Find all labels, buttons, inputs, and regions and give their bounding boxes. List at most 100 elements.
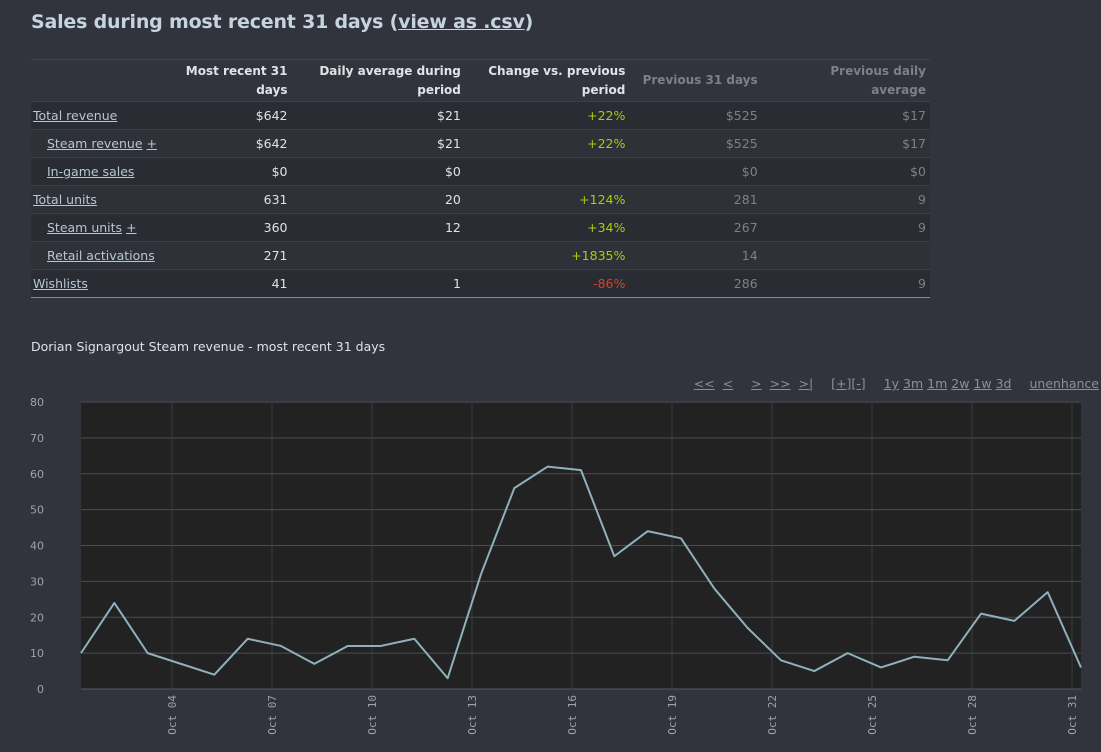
data-point[interactable] bbox=[910, 653, 918, 661]
zoom-in-button[interactable]: [+] bbox=[831, 376, 851, 391]
y-tick-label: 40 bbox=[30, 540, 44, 553]
x-tick-label: Oct 07 bbox=[266, 695, 279, 735]
row-label-link[interactable]: Wishlists bbox=[33, 276, 88, 291]
table-row: Steam revenue + $642 $21 +22% $525 $17 bbox=[31, 129, 930, 158]
data-point[interactable] bbox=[377, 642, 385, 650]
cell-change bbox=[464, 157, 630, 186]
row-label-link[interactable]: Steam revenue bbox=[47, 136, 143, 151]
cell-previous-daily: $17 bbox=[761, 101, 930, 130]
row-label-link[interactable]: Total revenue bbox=[33, 108, 117, 123]
zoom-out-button[interactable]: [-] bbox=[851, 376, 865, 391]
data-point[interactable] bbox=[577, 466, 585, 474]
cell-recent: $642 bbox=[165, 129, 292, 158]
data-point[interactable] bbox=[844, 649, 852, 657]
column-header-previous-daily: Previous daily average bbox=[761, 59, 930, 102]
column-header-previous-daily-text: Previous daily average bbox=[830, 63, 926, 97]
cell-previous-daily: 9 bbox=[761, 185, 930, 214]
range-3d-button[interactable]: 3d bbox=[996, 376, 1012, 391]
data-point[interactable] bbox=[544, 463, 552, 471]
row-label-link[interactable]: In-game sales bbox=[47, 164, 134, 179]
data-point[interactable] bbox=[810, 667, 818, 675]
cell-change: +1835% bbox=[464, 241, 630, 270]
revenue-line-chart[interactable]: 01020304050607080 Oct 04 Oct 07 Oct 10 Oct … bbox=[0, 390, 1101, 752]
cell-previous-daily: $0 bbox=[761, 157, 930, 186]
data-point[interactable] bbox=[477, 570, 485, 578]
nav-prev-button[interactable]: < bbox=[723, 376, 733, 391]
y-tick-label: 20 bbox=[30, 611, 44, 624]
data-point[interactable] bbox=[1077, 663, 1085, 671]
y-tick-label: 10 bbox=[30, 647, 44, 660]
data-point[interactable] bbox=[944, 656, 952, 664]
range-2w-button[interactable]: 2w bbox=[951, 376, 969, 391]
x-axis-ticks: Oct 04 Oct 07 Oct 10 Oct 13 Oct 16 Oct 19 Oct … bbox=[166, 695, 1079, 735]
cell-change: +124% bbox=[464, 185, 630, 214]
data-point[interactable] bbox=[877, 663, 885, 671]
data-point[interactable] bbox=[1044, 588, 1052, 596]
data-point[interactable] bbox=[410, 635, 418, 643]
y-tick-label: 70 bbox=[30, 432, 44, 445]
nav-next-button[interactable]: > bbox=[751, 376, 761, 391]
data-point[interactable] bbox=[977, 610, 985, 618]
row-label-cell: Steam revenue + bbox=[31, 129, 166, 158]
data-point[interactable] bbox=[210, 671, 218, 679]
range-1y-button[interactable]: 1y bbox=[884, 376, 899, 391]
cell-previous-daily: $17 bbox=[761, 129, 930, 158]
data-point[interactable] bbox=[744, 624, 752, 632]
nav-next-far-button[interactable]: >> bbox=[770, 376, 791, 391]
data-point[interactable] bbox=[310, 660, 318, 668]
nav-last-button[interactable]: >| bbox=[799, 376, 814, 391]
data-point[interactable] bbox=[344, 642, 352, 650]
x-tick-label: Oct 25 bbox=[866, 695, 879, 735]
cell-daily-average: 1 bbox=[291, 269, 465, 298]
expand-plus-link[interactable]: + bbox=[147, 136, 157, 151]
table-row: In-game sales $0 $0 $0 $0 bbox=[31, 157, 930, 186]
data-point[interactable] bbox=[1010, 617, 1018, 625]
table-row: Steam units +360 12 +34% 267 9 bbox=[31, 213, 930, 242]
column-header-recent: Most recent 31 days bbox=[165, 59, 292, 102]
cell-previous-daily: 9 bbox=[761, 213, 930, 242]
row-label-link[interactable]: Steam units bbox=[47, 220, 122, 235]
y-tick-label: 50 bbox=[30, 504, 44, 517]
unenhance-button[interactable]: unenhance bbox=[1029, 376, 1099, 391]
expand-plus-link[interactable]: + bbox=[126, 220, 136, 235]
data-point[interactable] bbox=[777, 656, 785, 664]
data-point[interactable] bbox=[177, 660, 185, 668]
row-label-link[interactable]: Total units bbox=[33, 192, 97, 207]
view-csv-link[interactable]: view as .csv bbox=[398, 11, 525, 33]
y-tick-label: 80 bbox=[30, 396, 44, 409]
data-point[interactable] bbox=[110, 599, 118, 607]
data-point[interactable] bbox=[610, 552, 618, 560]
cell-previous-daily: 9 bbox=[761, 269, 930, 298]
data-point[interactable] bbox=[510, 484, 518, 492]
cell-recent: 360 bbox=[165, 213, 292, 242]
data-point[interactable] bbox=[677, 534, 685, 542]
cell-previous: 14 bbox=[629, 241, 762, 270]
range-1w-button[interactable]: 1w bbox=[973, 376, 991, 391]
data-point[interactable] bbox=[244, 635, 252, 643]
row-label-link[interactable]: Retail activations bbox=[47, 248, 155, 263]
y-tick-label: 0 bbox=[37, 683, 44, 696]
x-tick-label: Oct 16 bbox=[566, 695, 579, 735]
cell-change: +34% bbox=[464, 213, 630, 242]
data-point[interactable] bbox=[444, 674, 452, 682]
x-tick-label: Oct 28 bbox=[966, 695, 979, 735]
column-header-change: Change vs. previous period bbox=[464, 59, 630, 102]
data-point[interactable] bbox=[710, 585, 718, 593]
cell-recent: 271 bbox=[165, 241, 292, 270]
row-label-cell: Steam units + bbox=[31, 213, 166, 242]
table-row: Total revenue $642 $21 +22% $525 $17 bbox=[31, 101, 930, 130]
data-point[interactable] bbox=[144, 649, 152, 657]
cell-recent: $0 bbox=[165, 157, 292, 186]
y-tick-label: 30 bbox=[30, 575, 44, 588]
data-point[interactable] bbox=[77, 649, 85, 657]
table-row: Wishlists 41 1 -86% 286 9 bbox=[31, 269, 930, 298]
cell-previous-daily bbox=[761, 241, 930, 270]
nav-first-button[interactable]: << bbox=[694, 376, 715, 391]
range-3m-button[interactable]: 3m bbox=[903, 376, 923, 391]
cell-previous: $525 bbox=[629, 129, 762, 158]
data-point[interactable] bbox=[277, 642, 285, 650]
data-point[interactable] bbox=[644, 527, 652, 535]
range-1m-button[interactable]: 1m bbox=[927, 376, 947, 391]
cell-daily-average: $0 bbox=[291, 157, 465, 186]
y-axis-ticks: 0 10 20 30 40 50 60 70 80 bbox=[30, 396, 44, 696]
